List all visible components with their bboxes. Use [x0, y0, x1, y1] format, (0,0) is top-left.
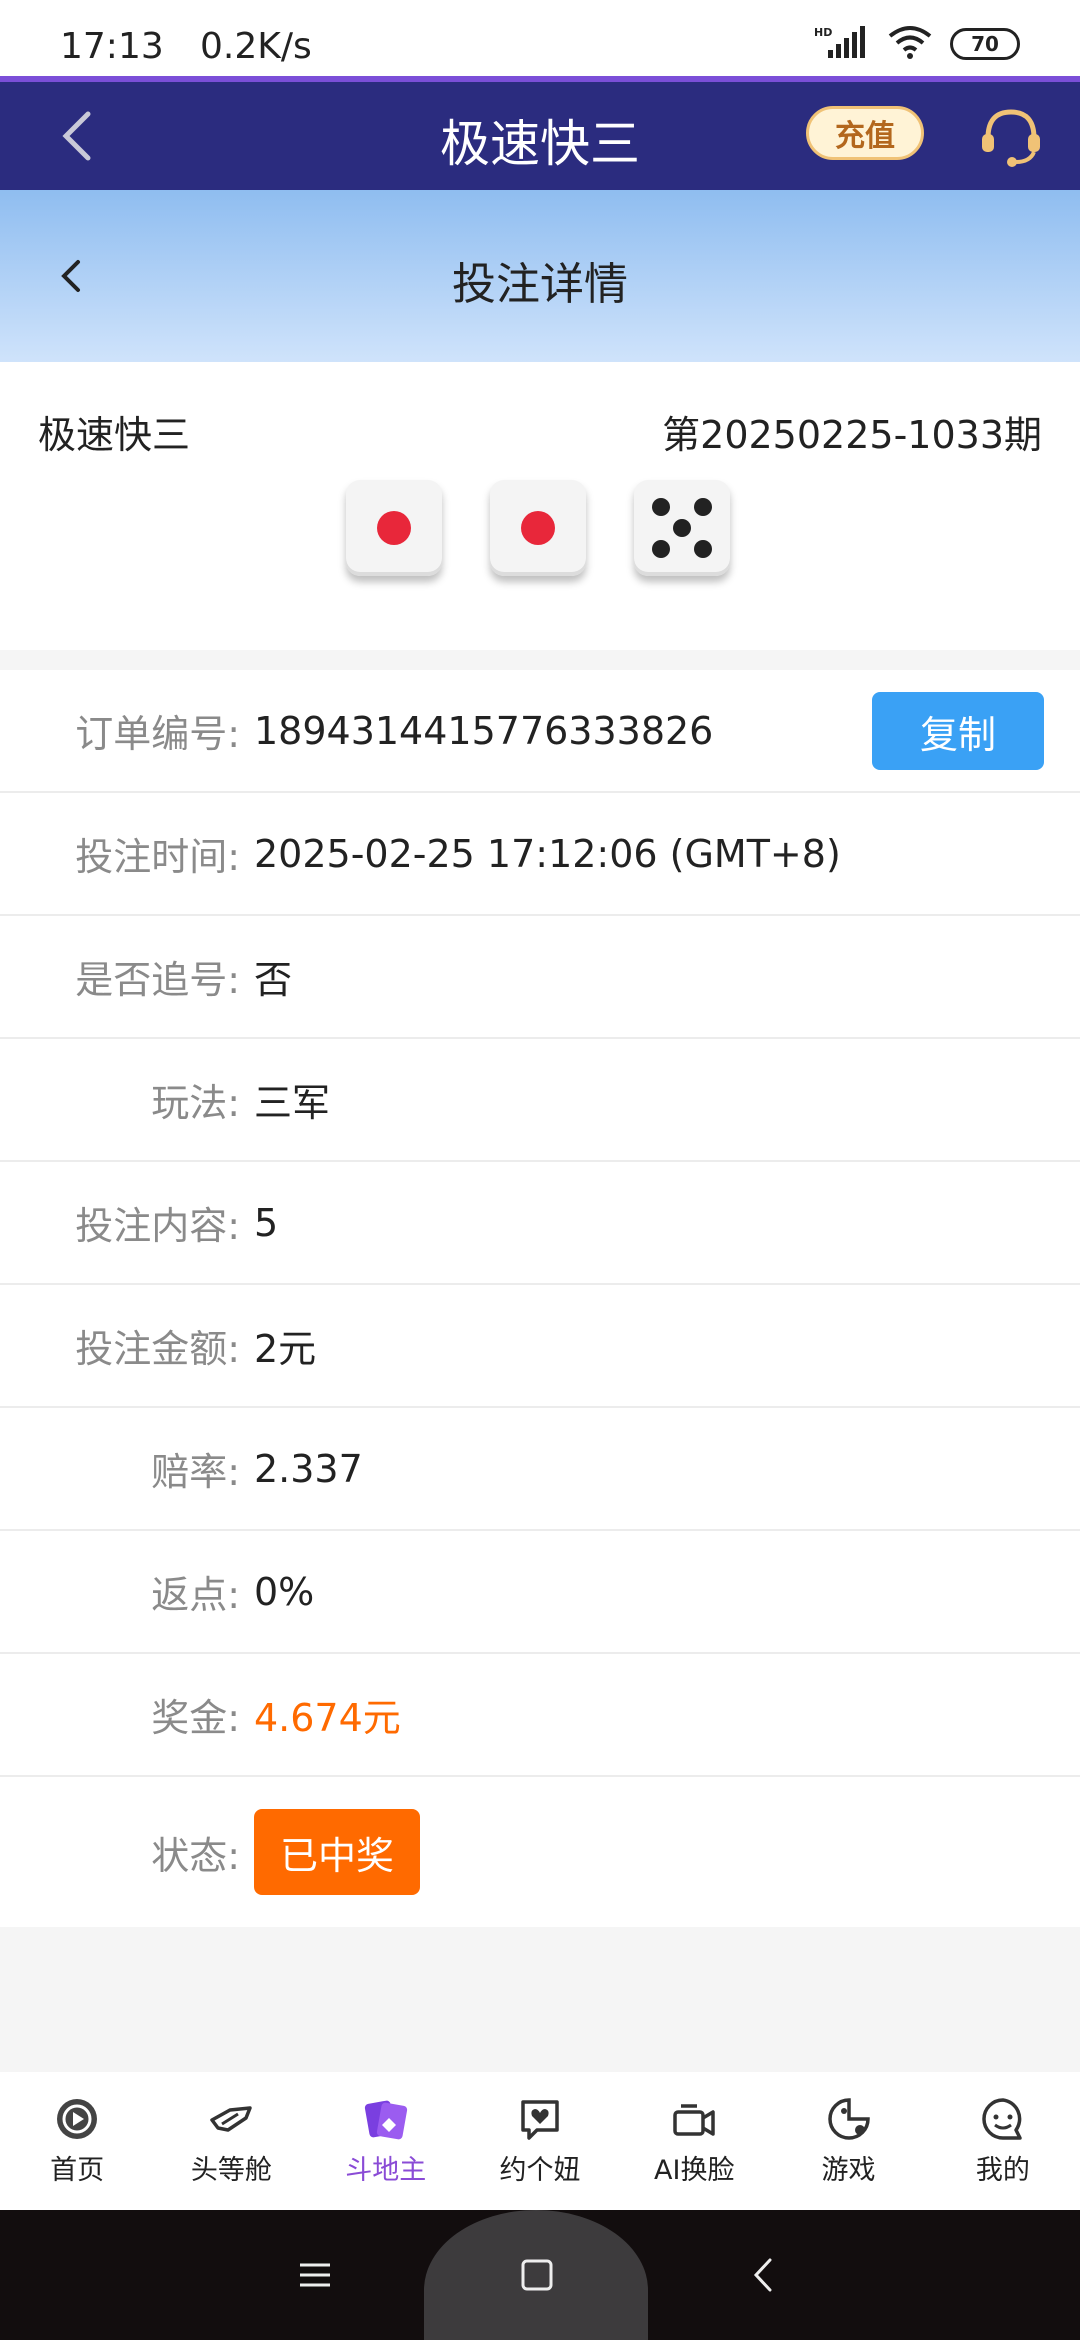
play-circle-icon: [54, 2096, 100, 2142]
smile-chat-icon: [980, 2096, 1026, 2142]
nav-item-games[interactable]: 游戏: [771, 2072, 925, 2210]
recharge-button[interactable]: 充值: [806, 106, 924, 160]
signal-icon: HD: [814, 24, 870, 64]
sub-header: 投注详情: [0, 190, 1080, 362]
die-pip: [694, 498, 712, 516]
nav-label: 首页: [50, 2154, 105, 2186]
battery-indicator: 70: [950, 28, 1020, 60]
die-pip: [377, 511, 411, 545]
die-pip: [694, 540, 712, 558]
bet-content-row: 投注内容: 5: [0, 1162, 1080, 1285]
prize-row: 奖金: 4.674元: [0, 1654, 1080, 1777]
chase-row: 是否追号: 否: [0, 916, 1080, 1039]
nav-label: 我的: [975, 2154, 1030, 2186]
nav-item-date[interactable]: 约个妞: [463, 2072, 617, 2210]
rebate-row: 返点: 0%: [0, 1531, 1080, 1654]
status-icons: HD 70: [814, 24, 1020, 64]
bet-time-label: 投注时间:: [75, 835, 240, 879]
headset-icon[interactable]: [978, 104, 1044, 170]
nav-item-ai-faceswap[interactable]: AI换脸: [617, 2072, 771, 2210]
system-nav-bar: [0, 2210, 1080, 2340]
menu-icon[interactable]: [290, 2250, 340, 2300]
status-label: 状态:: [151, 1833, 240, 1878]
die-one: [346, 480, 442, 576]
play-value: 三军: [254, 1081, 331, 1125]
bet-amount-row: 投注金额: 2元: [0, 1285, 1080, 1408]
plane-icon: [208, 2096, 254, 2142]
nav-label: AI换脸: [654, 2154, 735, 2186]
nav-label: 约个妞: [499, 2154, 581, 2186]
nav-label: 头等舱: [190, 2154, 272, 2186]
nav-item-doudizhu[interactable]: 斗地主: [309, 2072, 463, 2210]
die-five: [634, 480, 730, 576]
prize-label: 奖金:: [151, 1696, 240, 1740]
bet-amount-value: 2元: [254, 1327, 317, 1371]
die-pip: [652, 540, 670, 558]
game-info-card: 极速快三 第20250225-1033期: [0, 362, 1080, 650]
wifi-icon: [888, 24, 932, 64]
rebate-value: 0%: [254, 1569, 315, 1614]
order-number-value: 1894314415776333826: [254, 708, 714, 753]
order-number-row: 订单编号: 1894314415776333826 复制: [0, 670, 1080, 793]
page-title: 投注详情: [452, 259, 628, 310]
status-badge: 已中奖: [254, 1809, 421, 1895]
die-pip: [652, 498, 670, 516]
die-one: [490, 480, 586, 576]
odds-row: 赔率: 2.337: [0, 1408, 1080, 1531]
network-speed: 0.2K/s: [200, 26, 312, 67]
cards-icon: [363, 2096, 409, 2142]
status-time: 17:13: [60, 26, 164, 67]
nav-item-home[interactable]: 首页: [0, 2072, 154, 2210]
game-name: 极速快三: [38, 413, 191, 457]
bet-content-label: 投注内容:: [75, 1204, 240, 1248]
bet-amount-label: 投注金额:: [75, 1327, 240, 1371]
chase-label: 是否追号:: [75, 958, 240, 1002]
nav-item-mine[interactable]: 我的: [926, 2072, 1080, 2210]
period-number: 第20250225-1033期: [662, 413, 1042, 457]
app-header: 极速快三 充值: [0, 82, 1080, 190]
signal-hd-label: HD: [814, 26, 832, 39]
home-icon[interactable]: [512, 2250, 562, 2300]
die-pip: [673, 519, 691, 537]
heart-chat-icon: [517, 2096, 563, 2142]
dice-result: [346, 480, 730, 576]
odds-value: 2.337: [254, 1446, 363, 1491]
die-pip: [521, 511, 555, 545]
odds-label: 赔率:: [151, 1450, 240, 1494]
play-row: 玩法: 三军: [0, 1039, 1080, 1162]
bottom-nav: 首页 头等舱 斗地主 约个妞 AI换脸 游戏 我的: [0, 2072, 1080, 2210]
nav-item-first-class[interactable]: 头等舱: [154, 2072, 308, 2210]
back-icon[interactable]: [740, 2250, 790, 2300]
bet-content-value: 5: [254, 1200, 279, 1245]
order-number-label: 订单编号:: [75, 712, 240, 756]
nav-label: 斗地主: [345, 2154, 427, 2186]
status-bar: 17:13 0.2K/s HD 70: [0, 0, 1080, 76]
prize-value: 4.674元: [254, 1696, 401, 1740]
bet-time-value: 2025-02-25 17:12:06 (GMT+8): [254, 831, 841, 876]
play-label: 玩法:: [151, 1081, 240, 1125]
pacman-icon: [826, 2096, 872, 2142]
copy-button[interactable]: 复制: [872, 692, 1044, 770]
rebate-label: 返点:: [151, 1573, 240, 1617]
bet-time-row: 投注时间: 2025-02-25 17:12:06 (GMT+8): [0, 793, 1080, 916]
chase-value: 否: [254, 958, 293, 1002]
nav-label: 游戏: [821, 2154, 876, 2186]
camera-icon: [671, 2096, 717, 2142]
bet-details: 订单编号: 1894314415776333826 复制 投注时间: 2025-…: [0, 670, 1080, 1927]
status-row: 状态: 已中奖: [0, 1777, 1080, 1927]
